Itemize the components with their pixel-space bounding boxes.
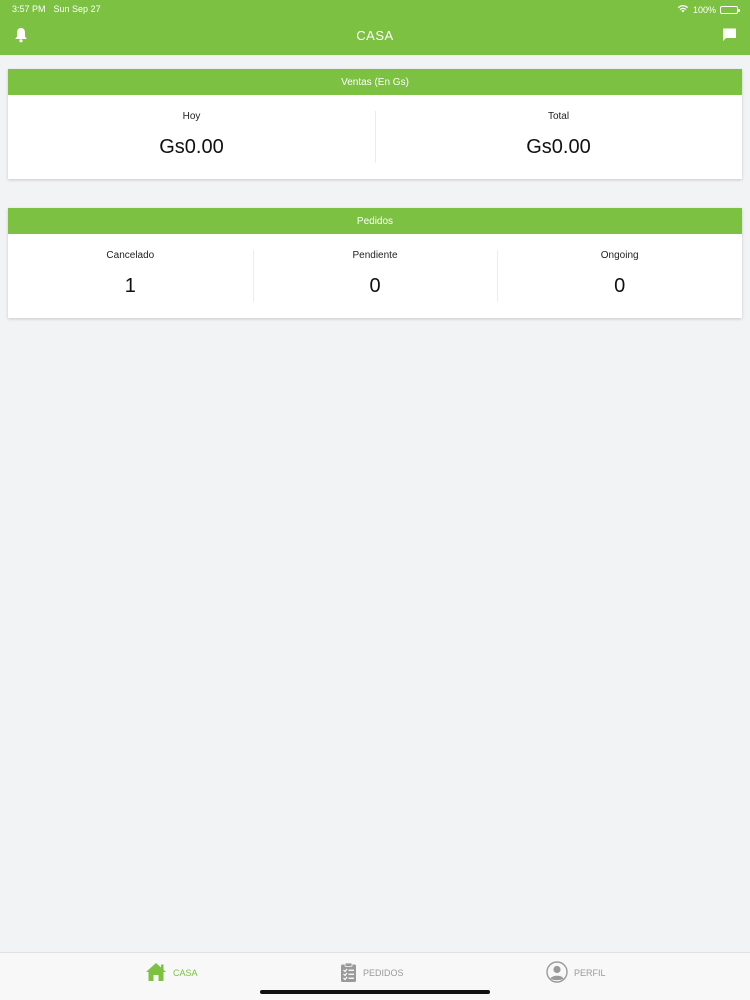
app-header: 3:57 PM Sun Sep 27 100% CASA bbox=[0, 0, 750, 55]
page-title: CASA bbox=[356, 28, 394, 43]
ventas-stats: Hoy Gs0.00 Total Gs0.00 bbox=[8, 95, 742, 179]
stat-label: Total bbox=[547, 111, 570, 122]
stat-label: Pendiente bbox=[352, 250, 398, 261]
pedidos-header: Pedidos bbox=[8, 208, 742, 234]
status-bar: 3:57 PM Sun Sep 27 100% bbox=[0, 0, 750, 18]
user-circle-icon bbox=[546, 961, 568, 985]
stat-ongoing: Ongoing 0 bbox=[497, 234, 742, 318]
home-indicator bbox=[260, 990, 490, 994]
stat-value: 0 bbox=[614, 275, 626, 297]
nav-bar: CASA bbox=[0, 18, 750, 55]
status-time: 3:57 PM bbox=[12, 4, 46, 14]
tab-label: CASA bbox=[173, 968, 198, 978]
ventas-card: Ventas (En Gs) Hoy Gs0.00 Total Gs0.00 bbox=[8, 69, 742, 179]
ventas-header: Ventas (En Gs) bbox=[8, 69, 742, 95]
stat-cancelado: Cancelado 1 bbox=[8, 234, 253, 318]
tab-label: PERFIL bbox=[574, 968, 606, 978]
status-right: 100% bbox=[677, 4, 740, 15]
tab-perfil[interactable]: PERFIL bbox=[546, 961, 606, 985]
messages-button[interactable] bbox=[718, 26, 740, 48]
home-icon bbox=[145, 962, 167, 984]
stat-value: 1 bbox=[124, 275, 136, 297]
status-date: Sun Sep 27 bbox=[53, 4, 101, 14]
pedidos-stats: Cancelado 1 Pendiente 0 Ongoing 0 bbox=[8, 234, 742, 318]
battery-percent: 100% bbox=[692, 4, 716, 15]
wifi-icon bbox=[677, 4, 689, 15]
tab-label: PEDIDOS bbox=[363, 968, 404, 978]
battery-icon bbox=[720, 5, 740, 14]
tab-pedidos[interactable]: PEDIDOS bbox=[340, 961, 404, 985]
stat-pendiente: Pendiente 0 bbox=[252, 234, 498, 318]
chat-icon bbox=[722, 27, 737, 47]
stat-value: 0 bbox=[369, 275, 381, 297]
stat-value: Gs0.00 bbox=[159, 136, 224, 158]
stat-value: Gs0.00 bbox=[526, 136, 591, 158]
clipboard-list-icon bbox=[340, 962, 357, 985]
stat-label: Cancelado bbox=[106, 250, 155, 261]
pedidos-card: Pedidos Cancelado 1 Pendiente 0 Ongoing … bbox=[8, 208, 742, 318]
tab-casa[interactable]: CASA bbox=[145, 961, 198, 985]
stat-label: Hoy bbox=[182, 111, 201, 122]
stat-total: Total Gs0.00 bbox=[375, 95, 742, 179]
status-left: 3:57 PM Sun Sep 27 bbox=[12, 4, 101, 14]
stat-hoy: Hoy Gs0.00 bbox=[8, 95, 375, 179]
stat-label: Ongoing bbox=[600, 250, 639, 261]
